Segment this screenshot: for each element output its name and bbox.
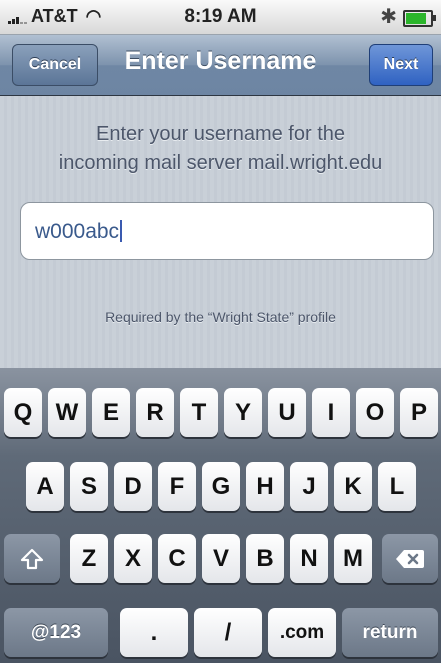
key-j[interactable]: J xyxy=(290,462,328,511)
key-q[interactable]: Q xyxy=(4,388,42,437)
key-y[interactable]: Y xyxy=(224,388,262,437)
key-g[interactable]: G xyxy=(202,462,240,511)
key-r[interactable]: R xyxy=(136,388,174,437)
key-t[interactable]: T xyxy=(180,388,218,437)
key-i[interactable]: I xyxy=(312,388,350,437)
bluetooth-icon: ✱ xyxy=(380,6,397,28)
content-area: Enter your username for the incoming mai… xyxy=(0,96,441,368)
delete-key[interactable] xyxy=(382,534,438,583)
keyboard: Q W E R T Y U I O P A S D F G H J K L Z … xyxy=(0,368,441,663)
key-v[interactable]: V xyxy=(202,534,240,583)
key-f[interactable]: F xyxy=(158,462,196,511)
key-c[interactable]: C xyxy=(158,534,196,583)
username-text: w000abc xyxy=(35,220,120,243)
key-s[interactable]: S xyxy=(70,462,108,511)
numbers-key[interactable]: @123 xyxy=(4,608,108,657)
status-time: 8:19 AM xyxy=(184,6,257,27)
key-dotcom[interactable]: .com xyxy=(268,608,336,657)
key-u[interactable]: U xyxy=(268,388,306,437)
prompt-line-1: Enter your username for the xyxy=(95,123,345,145)
key-d[interactable]: D xyxy=(114,462,152,511)
key-o[interactable]: O xyxy=(356,388,394,437)
key-l[interactable]: L xyxy=(378,462,416,511)
key-slash[interactable]: / xyxy=(194,608,262,657)
text-cursor xyxy=(120,220,123,242)
key-x[interactable]: X xyxy=(114,534,152,583)
return-key[interactable]: return xyxy=(342,608,438,657)
username-input[interactable]: w000abc xyxy=(20,202,434,260)
key-z[interactable]: Z xyxy=(70,534,108,583)
profile-note: Required by the “Wright State” profile xyxy=(105,309,336,325)
key-p[interactable]: P xyxy=(400,388,438,437)
shift-key[interactable] xyxy=(4,534,60,583)
prompt-line-2: incoming mail server mail.wright.edu xyxy=(58,152,383,174)
key-m[interactable]: M xyxy=(334,534,372,583)
key-a[interactable]: A xyxy=(26,462,64,511)
key-e[interactable]: E xyxy=(92,388,130,437)
backspace-icon xyxy=(396,549,424,568)
username-value: w000abc xyxy=(35,220,123,244)
key-w[interactable]: W xyxy=(48,388,86,437)
key-period[interactable]: . xyxy=(120,608,188,657)
key-b[interactable]: B xyxy=(246,534,284,583)
shift-arrow-icon xyxy=(20,548,44,569)
prompt-text: Enter your username for the incoming mai… xyxy=(0,120,441,178)
key-k[interactable]: K xyxy=(334,462,372,511)
key-n[interactable]: N xyxy=(290,534,328,583)
next-button[interactable]: Next xyxy=(369,44,433,86)
battery-icon xyxy=(403,10,436,27)
key-h[interactable]: H xyxy=(246,462,284,511)
navigation-bar: Cancel Enter Username Next xyxy=(0,35,441,96)
status-bar: AT&T ◠ 8:19 AM ✱ xyxy=(0,0,441,35)
